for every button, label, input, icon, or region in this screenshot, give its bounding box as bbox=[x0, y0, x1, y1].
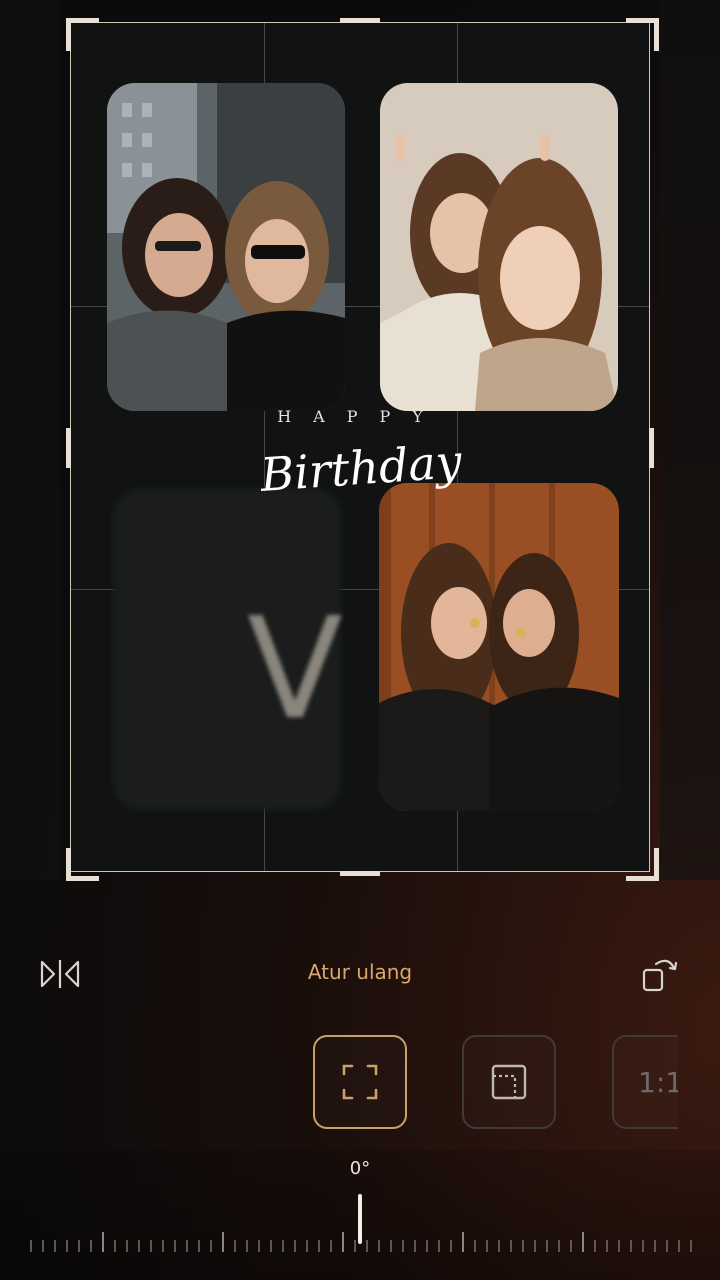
rotation-tick bbox=[30, 1240, 32, 1252]
rotation-tick bbox=[570, 1240, 572, 1252]
rotation-tick bbox=[402, 1240, 404, 1252]
rotation-tick bbox=[690, 1240, 692, 1252]
rotation-tick bbox=[126, 1240, 128, 1252]
rotation-tick bbox=[486, 1240, 488, 1252]
rotation-tick bbox=[42, 1240, 44, 1252]
rotation-tick bbox=[474, 1240, 476, 1252]
rotation-tick bbox=[342, 1232, 344, 1252]
adjacent-page-right bbox=[660, 0, 720, 880]
rotation-tick bbox=[234, 1240, 236, 1252]
rotation-tick bbox=[438, 1240, 440, 1252]
rotation-tick bbox=[618, 1240, 620, 1252]
crop-handle-bottom-left[interactable] bbox=[66, 848, 99, 881]
rotation-tick bbox=[630, 1240, 632, 1252]
rotation-angle-label: 0° bbox=[349, 1158, 371, 1179]
crop-handle-bottom-right[interactable] bbox=[626, 848, 659, 881]
rotation-tick bbox=[186, 1240, 188, 1252]
placeholder-letter: V bbox=[247, 588, 343, 751]
rotation-tick bbox=[666, 1240, 668, 1252]
rotation-tick bbox=[582, 1232, 584, 1252]
rotation-tick bbox=[510, 1240, 512, 1252]
rotation-tick bbox=[354, 1240, 356, 1252]
rotation-tick bbox=[90, 1240, 92, 1252]
rotation-tick bbox=[414, 1240, 416, 1252]
rotation-tick bbox=[606, 1240, 608, 1252]
rotation-tick bbox=[258, 1240, 260, 1252]
rotation-tick bbox=[198, 1240, 200, 1252]
rotation-indicator[interactable] bbox=[358, 1194, 362, 1244]
rotation-tick bbox=[66, 1240, 68, 1252]
rotation-tick bbox=[162, 1240, 164, 1252]
flip-horizontal-icon[interactable] bbox=[38, 956, 82, 992]
crop-handle-top[interactable] bbox=[340, 18, 380, 23]
rotation-tick bbox=[114, 1240, 116, 1252]
rotation-tick bbox=[210, 1240, 212, 1252]
photo-sweater-selfie bbox=[380, 83, 618, 411]
rotation-tick bbox=[378, 1240, 380, 1252]
rotation-tick bbox=[246, 1240, 248, 1252]
reset-button[interactable]: Atur ulang bbox=[260, 960, 460, 984]
crop-toolbar: Atur ulang bbox=[0, 948, 720, 1000]
rotation-tick bbox=[330, 1240, 332, 1252]
rotation-tick bbox=[54, 1240, 56, 1252]
free-crop-button[interactable] bbox=[313, 1035, 407, 1129]
crop-handle-top-left[interactable] bbox=[66, 18, 99, 51]
crop-canvas[interactable]: V HAPPY Birthday bbox=[70, 22, 650, 872]
adjacent-page-left bbox=[0, 0, 60, 880]
ratio-1-1-button[interactable]: 1:1 bbox=[612, 1035, 678, 1129]
rotation-tick bbox=[546, 1240, 548, 1252]
happy-text: HAPPY bbox=[277, 407, 445, 426]
rotation-tick bbox=[678, 1240, 680, 1252]
photo-city-selfie bbox=[107, 83, 345, 411]
free-crop-icon bbox=[342, 1064, 378, 1100]
rotation-tick bbox=[102, 1232, 104, 1252]
rotation-tick bbox=[390, 1240, 392, 1252]
rotate-icon[interactable] bbox=[638, 952, 682, 996]
rotation-tick bbox=[174, 1240, 176, 1252]
rotation-tick bbox=[150, 1240, 152, 1252]
rotation-tick bbox=[78, 1240, 80, 1252]
crop-handle-top-right[interactable] bbox=[626, 18, 659, 51]
crop-handle-right[interactable] bbox=[649, 428, 654, 468]
photo-cabin-selfie bbox=[379, 483, 619, 811]
rotation-tick bbox=[450, 1240, 452, 1252]
rotation-tick bbox=[642, 1240, 644, 1252]
rotation-tick bbox=[498, 1240, 500, 1252]
rotation-tick bbox=[294, 1240, 296, 1252]
rotation-tick bbox=[534, 1240, 536, 1252]
rotation-tick bbox=[462, 1232, 464, 1252]
rotation-tick bbox=[270, 1240, 272, 1252]
original-ratio-icon bbox=[491, 1064, 527, 1100]
crop-handle-bottom[interactable] bbox=[340, 871, 380, 876]
rotation-tick bbox=[654, 1240, 656, 1252]
crop-handle-left[interactable] bbox=[66, 428, 71, 468]
original-ratio-button[interactable] bbox=[462, 1035, 556, 1129]
rotation-tick bbox=[558, 1240, 560, 1252]
ratio-1-1-label: 1:1 bbox=[638, 1065, 678, 1099]
rotation-tick bbox=[282, 1240, 284, 1252]
rotation-tick bbox=[222, 1232, 224, 1252]
rotation-slider[interactable]: 0° bbox=[0, 1150, 720, 1280]
rotation-tick bbox=[138, 1240, 140, 1252]
rotation-tick bbox=[306, 1240, 308, 1252]
rotation-tick bbox=[522, 1240, 524, 1252]
rotation-tick bbox=[594, 1240, 596, 1252]
rotation-tick bbox=[426, 1240, 428, 1252]
rotation-tick bbox=[318, 1240, 320, 1252]
rotation-tick bbox=[366, 1240, 368, 1252]
